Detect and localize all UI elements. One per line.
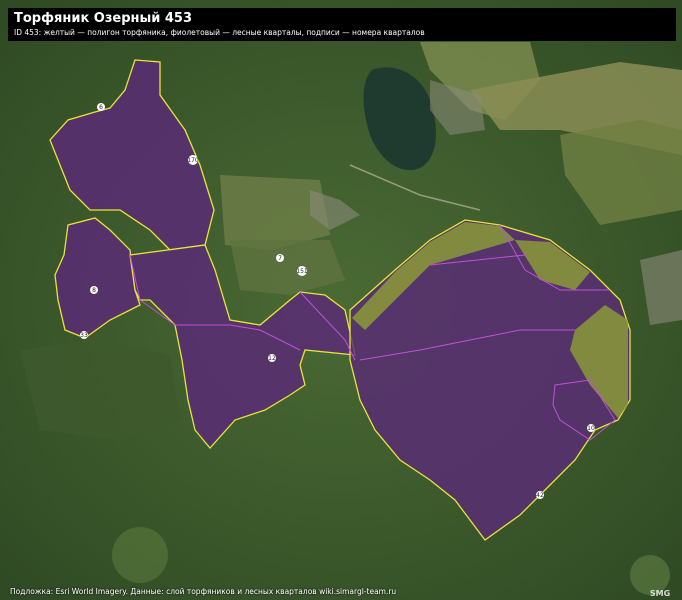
svg-text:170: 170 (187, 157, 199, 164)
quarter-label-42: 42 (536, 491, 544, 499)
title-bar: Торфяник Озерный 453 ID 453: желтый — по… (8, 8, 676, 41)
svg-text:12: 12 (268, 355, 276, 362)
svg-text:151: 151 (296, 268, 308, 275)
svg-text:33: 33 (80, 332, 88, 339)
quarter-label-10: 10 (587, 424, 595, 432)
quarter-label-6: 6 (97, 103, 105, 111)
watermark-logo: SMG (650, 589, 670, 598)
svg-text:10: 10 (587, 425, 595, 432)
quarter-label-170: 170 (187, 155, 199, 165)
svg-text:7: 7 (278, 255, 282, 262)
map-canvas[interactable]: 6 170 8 33 7 151 12 10 42 SMG (0, 0, 682, 600)
map-subtitle: ID 453: желтый — полигон торфяника, фиол… (14, 28, 425, 37)
svg-text:8: 8 (92, 287, 96, 294)
attribution-text: Подложка: Esri World Imagery. Данные: сл… (10, 587, 397, 596)
quarter-label-33: 33 (80, 331, 88, 339)
quarter-label-151: 151 (296, 266, 308, 276)
svg-text:6: 6 (99, 104, 103, 111)
svg-text:42: 42 (536, 492, 544, 499)
quarter-label-8: 8 (90, 286, 98, 294)
map-title: Торфяник Озерный 453 (14, 11, 193, 26)
quarter-label-12: 12 (268, 354, 276, 362)
quarter-label-7: 7 (276, 254, 284, 262)
